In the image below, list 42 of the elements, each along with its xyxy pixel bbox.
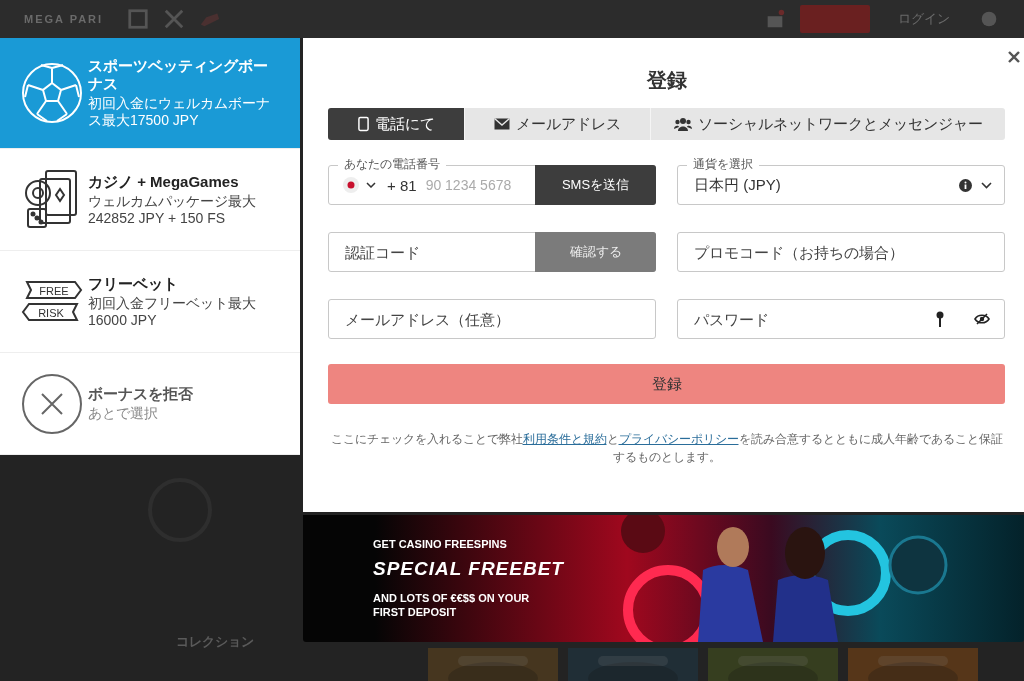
terms-text: ここにチェックを入れることで弊社利用条件と規約 と プライバシーポリシーを読み合意するとともに成人年齢であること保証するものとします。 — [329, 431, 1004, 466]
banner-text: AND LOTS OF €€$$ ON YOUR FIRST DEPOSIT — [373, 591, 531, 619]
register-submit-button[interactable]: 登録 — [328, 364, 1005, 404]
banner-headline: SPECIAL FREEBET — [373, 557, 563, 581]
bonus-title: スポーツベッティングボーナス — [88, 57, 269, 93]
bonus-title: カジノ + MegaGames — [88, 172, 240, 191]
terms-link[interactable]: 利用条件と規約 — [522, 432, 607, 446]
banner-subtitle: GET CASINO FREESPINS — [373, 537, 508, 551]
bonus-title: フリーベット — [88, 274, 179, 293]
password-input[interactable]: パスワード — [678, 309, 906, 329]
info-icon[interactable] — [959, 178, 972, 192]
dialog-title: 登録 — [645, 68, 688, 92]
casino-cards-icon — [24, 168, 80, 231]
tab[interactable]: 電話にて — [328, 108, 465, 140]
password-field[interactable]: パスワード — [677, 299, 1005, 339]
eye-slash-icon[interactable] — [974, 313, 990, 325]
promo-code-field[interactable]: プロモコード（お持ちの場合） — [677, 232, 1005, 272]
tab[interactable]: メールアドレス — [465, 108, 651, 140]
email-field[interactable]: メールアドレス（任意） — [328, 299, 656, 339]
key-icon[interactable] — [936, 311, 944, 327]
country-code: + 81 — [387, 176, 417, 194]
envelope-icon — [494, 118, 510, 130]
privacy-policy-link[interactable]: プライバシーポリシー — [618, 432, 739, 446]
close-circle-icon — [21, 372, 83, 435]
tab[interactable]: ソーシャルネットワークとメッセンジャー — [651, 108, 1005, 140]
flag-icon[interactable] — [343, 177, 359, 193]
bonus-title: ボーナスを拒否 — [88, 385, 193, 403]
currency-value: 日本円 (JPY) — [694, 175, 782, 195]
phone-icon — [357, 116, 369, 132]
caret-icon[interactable] — [366, 182, 376, 188]
bonus-description: 初回入金にウェルカムボーナス最大17500 JPY — [88, 95, 271, 129]
promo-banner[interactable]: GET CASINO FREESPINS SPECIAL FREEBET AND LOTS OF €€$$ ON YOUR FIRST DEPOSIT — [303, 515, 1024, 642]
field-label: 通貨を選択 — [687, 156, 759, 172]
bonus-description: 初回入金フリーベット最大 16000 JPY — [88, 294, 257, 329]
soccer-ball-icon — [21, 62, 83, 124]
close-icon[interactable] — [1007, 50, 1021, 64]
send-sms-button[interactable]: SMSを送信 — [535, 165, 656, 205]
bonus-description: あとで選択 — [88, 405, 159, 422]
caret-icon[interactable] — [981, 181, 992, 189]
bonus-description: ウェルカムパッケージ最大 242852 JPY + 150 FS — [88, 192, 257, 227]
field-label: あなたの電話番号 — [338, 156, 446, 172]
people-icon — [673, 117, 692, 131]
